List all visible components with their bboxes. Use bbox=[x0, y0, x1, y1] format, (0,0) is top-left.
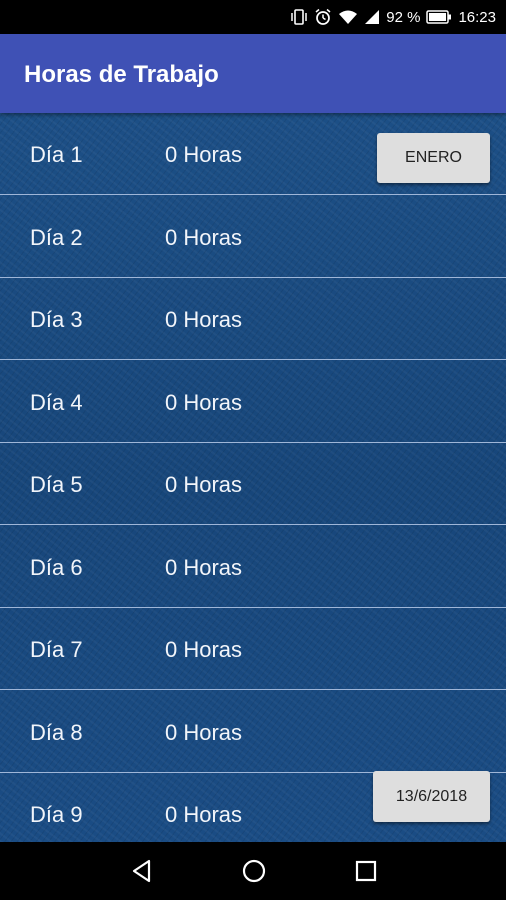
list-item[interactable]: Día 2 0 Horas bbox=[0, 196, 506, 278]
alarm-icon bbox=[314, 8, 332, 26]
hours-label: 0 Horas bbox=[165, 142, 243, 167]
day-label: Día 1 bbox=[30, 142, 83, 167]
app-bar: Horas de Trabajo bbox=[0, 34, 506, 113]
hours-label: 0 Horas bbox=[165, 719, 243, 745]
hours-label: 0 Horas bbox=[165, 389, 243, 415]
day-label: Día 3 bbox=[30, 307, 83, 332]
month-button[interactable]: ENERO bbox=[377, 133, 490, 183]
hours-label: 0 Horas bbox=[165, 802, 243, 827]
hours-label: 0 Horas bbox=[165, 472, 243, 497]
signal-icon bbox=[364, 9, 380, 25]
list-item[interactable]: Día 5 0 Horas bbox=[0, 443, 506, 525]
list-item[interactable]: Día 6 0 Horas bbox=[0, 526, 506, 608]
hours-label: 0 Horas bbox=[165, 637, 243, 662]
battery-icon bbox=[426, 10, 452, 24]
hours-label: 0 Horas bbox=[165, 307, 243, 332]
list-item[interactable]: Día 4 0 Horas bbox=[0, 361, 506, 443]
status-icons: 92 % 16:23 bbox=[290, 8, 496, 26]
list-item[interactable]: Día 7 0 Horas bbox=[0, 608, 506, 690]
day-label: Día 9 bbox=[30, 802, 83, 827]
vibrate-icon bbox=[290, 9, 308, 25]
day-label: Día 4 bbox=[30, 389, 83, 415]
back-icon[interactable] bbox=[127, 856, 157, 886]
hours-label: 0 Horas bbox=[165, 554, 243, 580]
navigation-bar bbox=[0, 842, 506, 900]
day-label: Día 8 bbox=[30, 719, 83, 745]
recents-icon[interactable] bbox=[351, 856, 381, 886]
home-icon[interactable] bbox=[239, 856, 269, 886]
hours-label: 0 Horas bbox=[165, 224, 243, 250]
wifi-icon bbox=[338, 9, 358, 25]
hours-list[interactable]: Día 1 0 Horas Día 2 0 Horas Día 3 0 Hora… bbox=[0, 113, 506, 842]
battery-percent: 92 % bbox=[386, 8, 421, 26]
list-item[interactable]: Día 3 0 Horas bbox=[0, 278, 506, 360]
list-item[interactable]: Día 8 0 Horas bbox=[0, 691, 506, 773]
date-button[interactable]: 13/6/2018 bbox=[373, 771, 490, 822]
day-label: Día 2 bbox=[30, 224, 83, 250]
app-title: Horas de Trabajo bbox=[24, 61, 219, 88]
day-label: Día 6 bbox=[30, 554, 83, 580]
status-time: 16:23 bbox=[458, 8, 496, 26]
day-label: Día 5 bbox=[30, 472, 83, 497]
day-label: Día 7 bbox=[30, 637, 83, 662]
status-bar: 92 % 16:23 bbox=[0, 0, 506, 34]
